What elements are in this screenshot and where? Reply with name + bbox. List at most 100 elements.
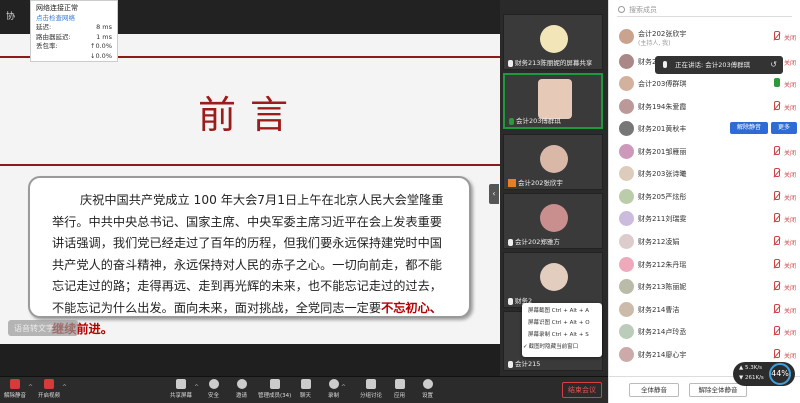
- tile-name: 会计202张欣宇: [518, 179, 563, 187]
- mic-on-icon: [509, 117, 514, 125]
- network-speed-widget: ▲ 5.3K/s ▼ 261K/s 44%: [733, 362, 795, 386]
- menu-item-screenshot[interactable]: 屏幕截图 Ctrl + Alt + A: [522, 305, 602, 317]
- unmute-button[interactable]: 解除静音: [730, 122, 768, 134]
- speaking-close-icon[interactable]: ↺: [770, 56, 777, 74]
- settings-button[interactable]: 设置: [422, 379, 433, 399]
- chevron-up-icon[interactable]: ^: [62, 384, 67, 391]
- list-item[interactable]: 财务214曹洁 关闭: [609, 300, 800, 320]
- share-screen-button[interactable]: 共享屏幕 ^: [170, 379, 199, 399]
- collapse-video-arrow-icon[interactable]: ‹: [489, 184, 499, 204]
- video-off-icon[interactable]: 关闭: [784, 283, 796, 292]
- video-off-icon[interactable]: 关闭: [784, 170, 796, 179]
- video-off-icon[interactable]: 关闭: [784, 306, 796, 315]
- list-item[interactable]: 财务212朱丹瑶 关闭: [609, 255, 800, 275]
- avatar: [619, 144, 634, 159]
- video-off-icon[interactable]: 关闭: [784, 193, 796, 202]
- tile-name: 会计215: [515, 360, 541, 368]
- avatar: [619, 324, 634, 339]
- video-off-icon[interactable]: 关闭: [784, 238, 796, 247]
- caption-pill[interactable]: 语音转文字: [8, 320, 78, 336]
- video-off-icon[interactable]: 关闭: [784, 148, 796, 157]
- list-item[interactable]: 财务194朱爱霞 关闭: [609, 97, 800, 117]
- video-off-icon[interactable]: 关闭: [784, 33, 796, 42]
- video-tile[interactable]: 会计202郑雅方: [503, 193, 603, 249]
- latency-row: 延迟: 8 ms: [36, 23, 112, 32]
- video-off-icon[interactable]: 关闭: [784, 80, 796, 89]
- security-button[interactable]: 安全: [208, 379, 219, 399]
- packet-loss-down-row: ↓0.0%: [90, 51, 112, 60]
- list-item[interactable]: 会计202张欣宇 (主持人, 我) 关闭: [609, 27, 800, 47]
- list-item[interactable]: 会计203傅群琪 关闭: [609, 74, 800, 94]
- chevron-up-icon[interactable]: ^: [28, 384, 33, 391]
- mute-all-button[interactable]: 全体静音: [629, 383, 679, 397]
- avatar: [619, 54, 634, 69]
- unmute-all-button[interactable]: 解除全体静音: [689, 383, 747, 397]
- check-network-link[interactable]: 点击检查网络: [36, 14, 112, 24]
- mic-muted-icon[interactable]: [773, 168, 780, 178]
- list-item[interactable]: 财务212凌娟 关闭: [609, 232, 800, 252]
- video-off-icon[interactable]: 关闭: [784, 103, 796, 112]
- tile-name: 会计202郑雅方: [515, 238, 560, 246]
- mic-icon: [508, 297, 513, 305]
- record-icon: [328, 379, 339, 389]
- mic-muted-icon[interactable]: [773, 146, 780, 156]
- speaking-indicator: 正在讲话: 会计203傅群琪 ↺: [655, 56, 783, 74]
- more-button[interactable]: 更多: [771, 122, 797, 134]
- search-icon: [618, 6, 625, 13]
- avatar: [619, 234, 634, 249]
- mic-muted-icon[interactable]: [773, 259, 780, 269]
- video-off-icon[interactable]: 关闭: [784, 261, 796, 270]
- list-item[interactable]: 财务214卢玲丞 关闭: [609, 322, 800, 342]
- avatar: [619, 121, 634, 136]
- video-tile[interactable]: 会计202张欣宇: [503, 134, 603, 190]
- list-item[interactable]: 财务201邹雁丽 关闭: [609, 142, 800, 162]
- avatar: [619, 257, 634, 272]
- mic-muted-icon[interactable]: [773, 31, 780, 41]
- chevron-up-icon[interactable]: ^: [341, 384, 346, 391]
- mic-on-icon[interactable]: [773, 78, 780, 88]
- list-item[interactable]: 财务203张诗曦 关闭: [609, 164, 800, 184]
- mute-button[interactable]: 解除静音 ^: [4, 379, 33, 399]
- menu-item-ocr[interactable]: 屏幕识图 Ctrl + Alt + O: [522, 317, 602, 329]
- video-tile[interactable]: 财务213陈丽妮的屏幕共享: [503, 14, 603, 70]
- video-tile[interactable]: 财务2: [503, 252, 603, 308]
- video-tile-active-speaker[interactable]: 会计203傅群琪: [503, 73, 603, 129]
- end-meeting-button[interactable]: 结束会议: [562, 382, 602, 398]
- gear-icon: [422, 379, 433, 389]
- search-placeholder: 搜索成员: [629, 6, 657, 14]
- invite-button[interactable]: 邀请: [236, 379, 247, 399]
- menu-item-record[interactable]: 屏幕录制 Ctrl + Alt + S: [522, 329, 602, 341]
- mic-muted-icon[interactable]: [773, 326, 780, 336]
- mic-muted-icon[interactable]: [773, 349, 780, 359]
- mic-muted-icon[interactable]: [773, 281, 780, 291]
- slide-heading: 前言: [197, 93, 302, 137]
- manage-members-button[interactable]: 管理成员(34): [258, 379, 291, 399]
- video-off-icon[interactable]: 关闭: [784, 215, 796, 224]
- chat-button[interactable]: 聊天: [300, 379, 311, 399]
- record-button[interactable]: 录制 ^: [328, 379, 346, 399]
- avatar: [619, 279, 634, 294]
- list-item-hovered[interactable]: 财务201黄秋丰 解除静音 更多: [609, 119, 800, 139]
- video-off-icon[interactable]: 关闭: [784, 328, 796, 337]
- mic-muted-icon[interactable]: [773, 191, 780, 201]
- avatar: [619, 76, 634, 91]
- video-off-icon[interactable]: 关闭: [784, 58, 796, 67]
- list-item[interactable]: 财务205严炫彤 关闭: [609, 187, 800, 207]
- search-input[interactable]: 搜索成员: [617, 3, 792, 17]
- mic-muted-icon[interactable]: [773, 304, 780, 314]
- mic-muted-icon[interactable]: [773, 213, 780, 223]
- list-item[interactable]: 财务211刘瑞雯 关闭: [609, 209, 800, 229]
- breakout-button[interactable]: 分组讨论: [360, 379, 382, 399]
- video-off-icon[interactable]: 关闭: [784, 351, 796, 360]
- list-item[interactable]: 财务213陈丽妮 关闭: [609, 277, 800, 297]
- video-button[interactable]: 开启视频 ^: [38, 379, 67, 399]
- avatar: [619, 166, 634, 181]
- mic-muted-icon[interactable]: [773, 236, 780, 246]
- window-title: 协: [6, 12, 16, 22]
- mic-muted-icon[interactable]: [773, 101, 780, 111]
- chevron-up-icon[interactable]: ^: [194, 384, 199, 391]
- share-screen-icon: [176, 379, 186, 389]
- download-speed: ▼ 261K/s: [739, 375, 764, 381]
- menu-item-hide-window[interactable]: 截图时隐藏当前窗口: [522, 341, 602, 353]
- apps-button[interactable]: 应用: [394, 379, 405, 399]
